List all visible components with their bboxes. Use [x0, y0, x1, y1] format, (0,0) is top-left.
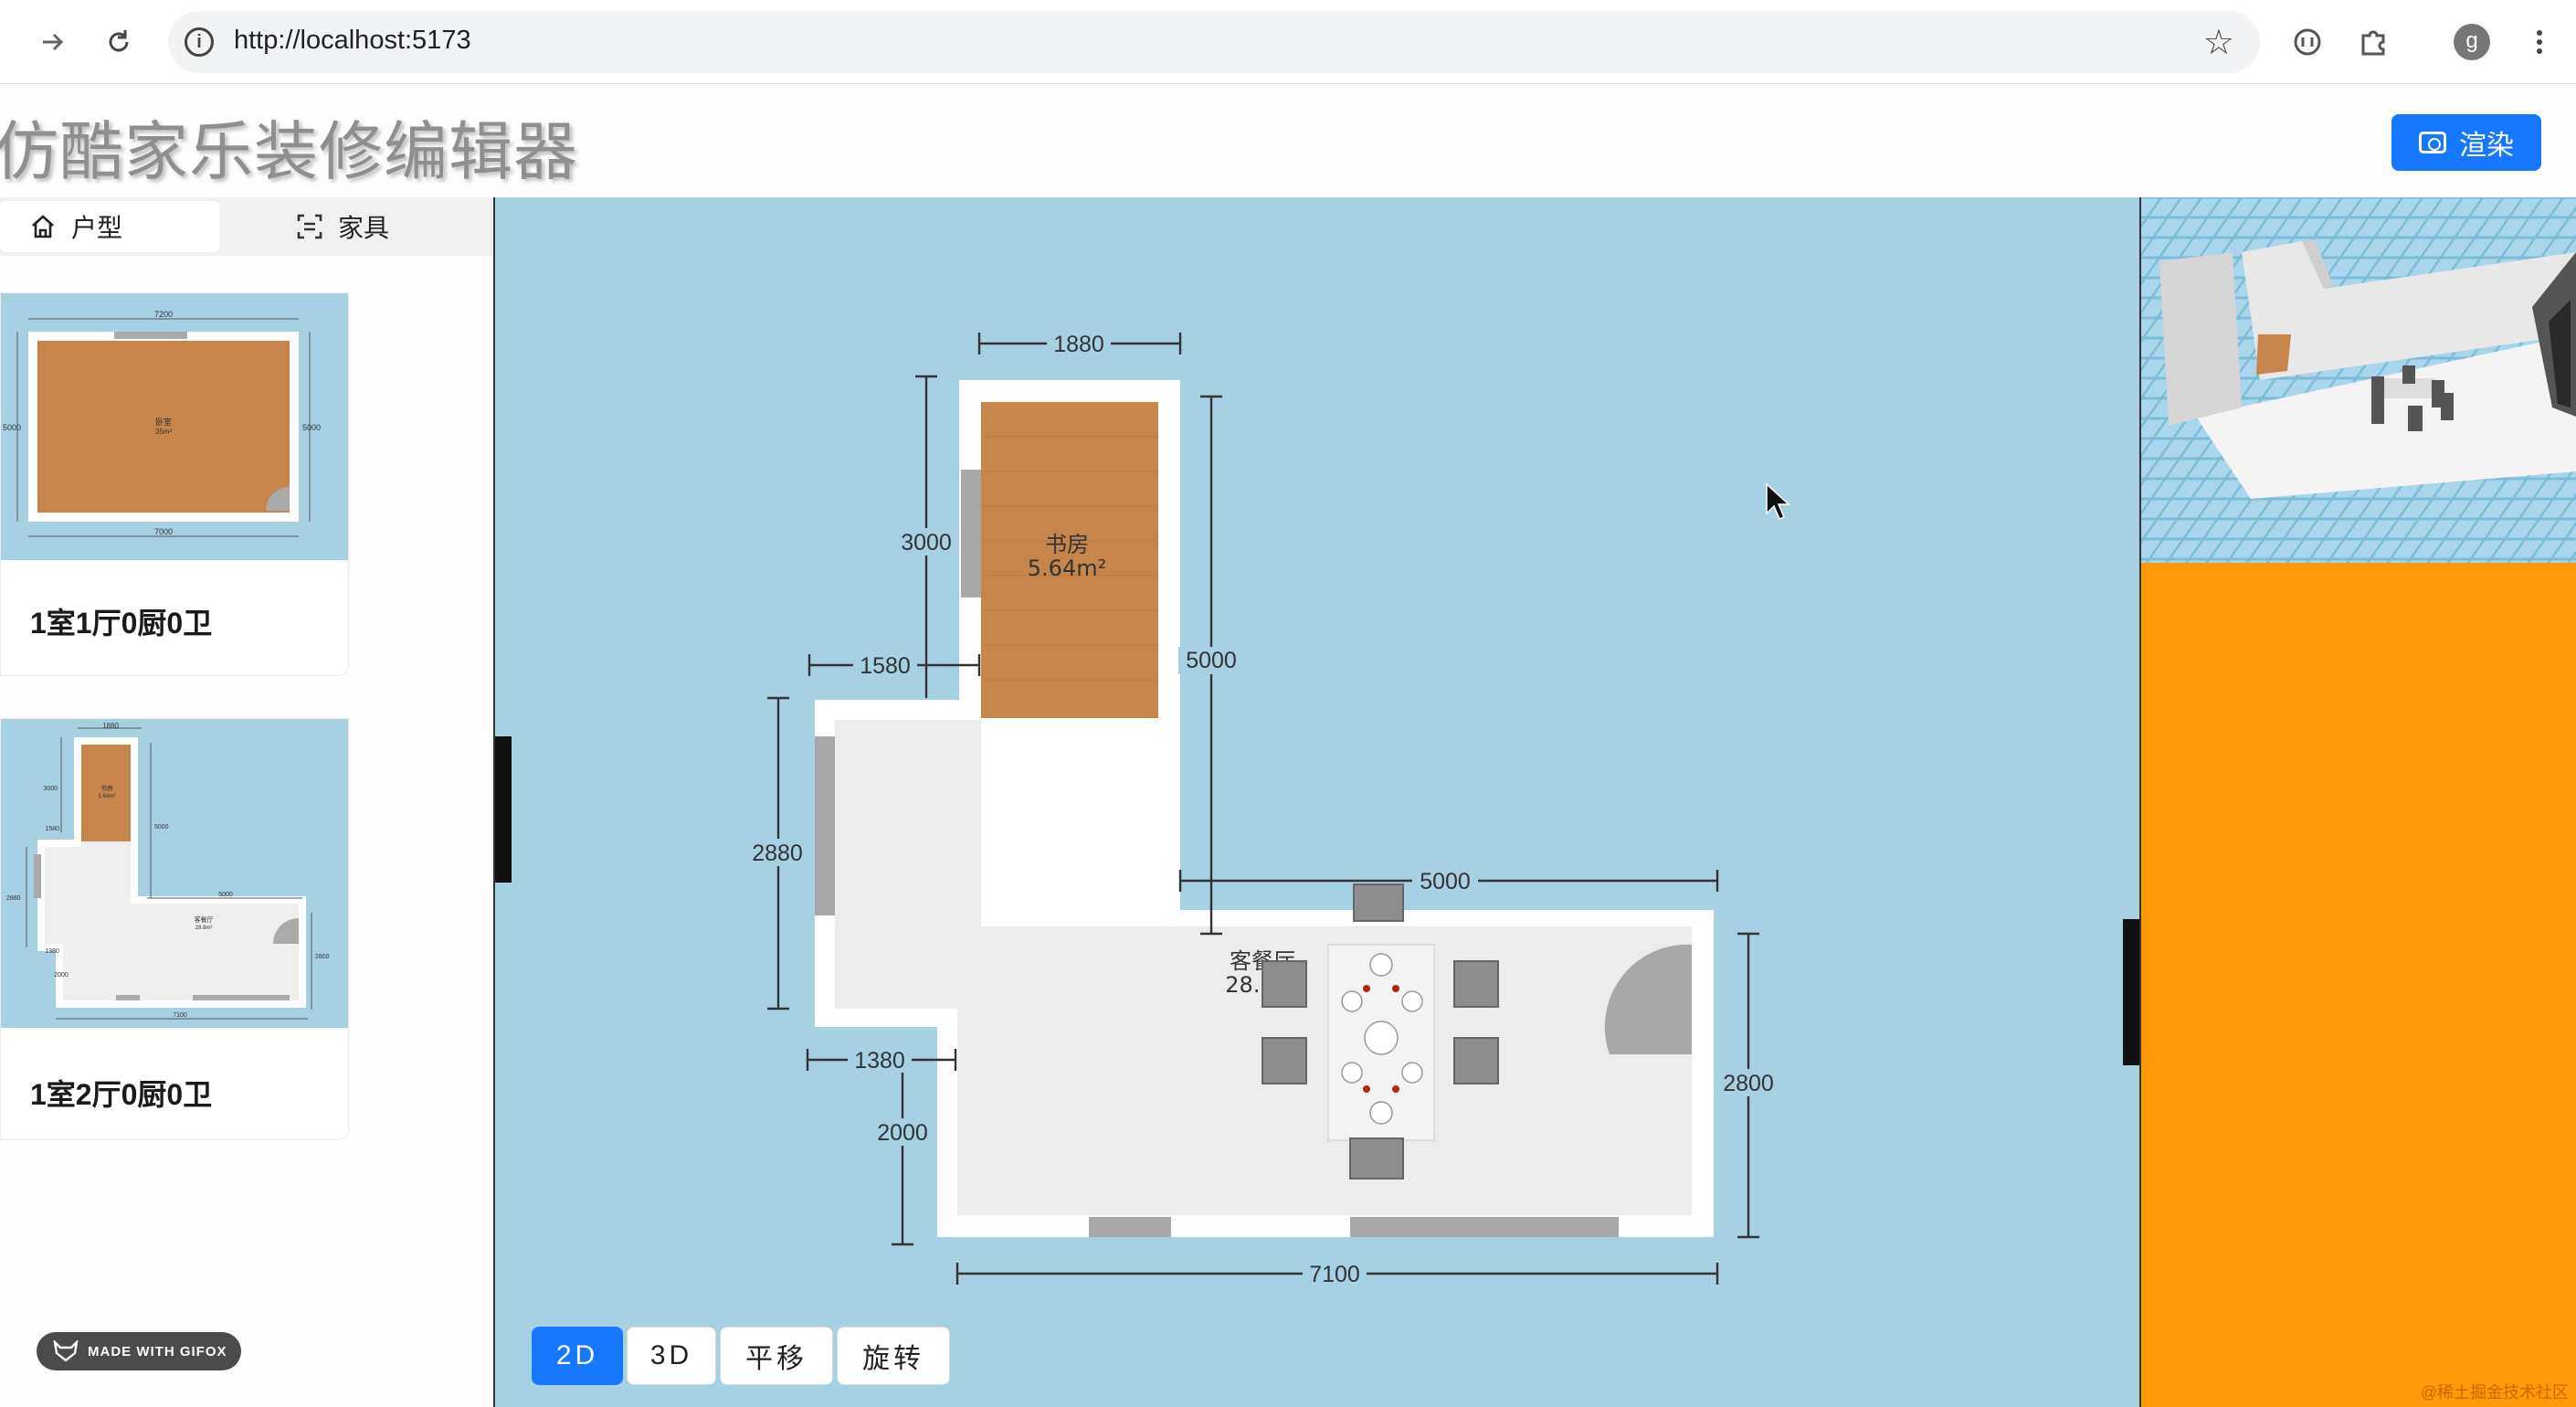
study-room-name: 书房 [1045, 532, 1089, 557]
browser-toolbar: i http://localhost:5173 ☆ g [0, 0, 2576, 84]
gifox-badge: MADE WITH GIFOX [37, 1332, 241, 1370]
floorplan-label-2: 1室2厅0厨0卫 [30, 1078, 213, 1111]
thumb2-room-area: 5.64m² [99, 794, 116, 799]
dim-left-height: 2880 [752, 841, 803, 866]
camera-icon [2419, 132, 2446, 153]
puzzle-icon[interactable] [2351, 20, 2395, 64]
thumb2-dim-rsmall: 2800 [315, 954, 330, 960]
floorplan-canvas[interactable]: 1880 3000 1580 5000 2880 5000 1380 2000 … [495, 197, 2139, 1407]
thumb1-dim-left: 5000 [3, 423, 21, 432]
thumb2-dim-living: 5000 [218, 892, 233, 898]
left-window [815, 736, 835, 915]
preview-panel: @稀土掘金技术社区 [2139, 197, 2576, 1407]
mouse-cursor [1766, 482, 1790, 520]
thumb2-dim-bstep: 1380 [45, 948, 59, 955]
render-button[interactable]: 渲染 [2391, 114, 2541, 171]
fox-icon [53, 1340, 79, 1362]
render-label: 渲染 [2459, 131, 2514, 161]
floorplan-thumbnail-2: 1880 3000 1580 5000 2880 5000 1380 2000 … [1, 719, 348, 1028]
dim-left-step: 1580 [860, 653, 911, 679]
extension-icon[interactable] [2286, 20, 2329, 64]
thumb2-dim-right: 5000 [154, 824, 169, 830]
floorplan-thumbnail-1: 7200 5000 5000 7000 卧室 35m² [1, 293, 348, 560]
thumb1-room-name: 卧室 [155, 417, 172, 427]
site-info-icon[interactable]: i [185, 27, 214, 57]
scan-icon [297, 214, 322, 239]
url-text: http://localhost:5173 [234, 26, 471, 55]
thumb2-dim-left: 2880 [6, 895, 21, 902]
thumb1-dim-top: 7200 [154, 310, 173, 319]
dim-top: 1880 [1053, 332, 1104, 357]
bottom-window-2 [1350, 1217, 1619, 1237]
thumb1-room-area: 35m² [155, 428, 173, 436]
address-bar[interactable]: i http://localhost:5173 ☆ [168, 11, 2260, 73]
study-room-area: 5.64m² [1028, 555, 1106, 581]
forward-icon[interactable] [31, 20, 75, 64]
sidebar: 户型 家具 7200 5000 5000 7000 卧室 35m² 1室1厅0厨… [0, 197, 495, 1407]
sidebar-tabs: 户型 家具 [0, 197, 493, 256]
dim-right-small: 2800 [1723, 1071, 1774, 1096]
thumb2-dim-step: 1580 [45, 826, 59, 832]
dim-bottom-step: 1380 [854, 1048, 905, 1074]
tab-floorplan[interactable]: 户型 [0, 201, 219, 252]
floorplan-card-2[interactable]: 1880 3000 1580 5000 2880 5000 1380 2000 … [0, 718, 349, 1140]
dim-bottom-left: 2000 [877, 1120, 928, 1146]
thumb2-dim-total: 7100 [173, 1012, 187, 1019]
thumb1-dim-bottom: 7000 [154, 527, 173, 536]
dim-right-height: 5000 [1186, 648, 1237, 673]
study-window [961, 470, 981, 598]
thumb2-room-name: 书房 [100, 784, 113, 792]
tab-furniture-label: 家具 [338, 214, 390, 242]
tab-floorplan-label: 户型 [71, 214, 123, 242]
rotate-button[interactable]: 旋转 [837, 1327, 950, 1385]
thumb2-dim-top: 1880 [102, 722, 119, 730]
profile-avatar[interactable]: g [2454, 24, 2490, 60]
3d-preview-viewport[interactable] [2141, 197, 2576, 563]
thumb2-dim-bleft: 2000 [54, 972, 69, 979]
bottom-window-1 [1089, 1217, 1171, 1237]
thumb2-room2-area: 28.8m² [195, 926, 213, 931]
thumb2-room2-name: 客餐厅 [195, 915, 214, 924]
reload-icon[interactable] [97, 20, 141, 64]
dim-bottom-total: 7100 [1309, 1262, 1360, 1287]
home-icon [32, 215, 54, 238]
floorplan-drawing: 1880 3000 1580 5000 2880 5000 1380 2000 … [738, 331, 1790, 1287]
tab-furniture[interactable]: 家具 [296, 201, 389, 252]
page-title: 仿酷家乐装修编辑器 [0, 114, 578, 189]
menu-dots-icon[interactable] [2518, 20, 2561, 64]
pan-button[interactable]: 平移 [720, 1327, 833, 1385]
dim-study-height: 3000 [901, 530, 952, 555]
watermark-text: @稀土掘金技术社区 [2420, 1383, 2569, 1402]
bookmark-star-icon[interactable]: ☆ [2203, 22, 2234, 63]
gifox-text: MADE WITH GIFOX [88, 1343, 227, 1359]
floorplan-card-1[interactable]: 7200 5000 5000 7000 卧室 35m² 1室1厅0厨0卫 [0, 292, 349, 676]
dim-living-width: 5000 [1420, 869, 1471, 894]
app-header: 仿酷家乐装修编辑器 渲染 [0, 84, 2576, 197]
thumb1-dim-right: 5000 [302, 423, 321, 432]
view-mode-toolbar: 2D 3D 平移 旋转 [532, 1327, 950, 1385]
mode-2d-button[interactable]: 2D [532, 1327, 623, 1385]
floorplan-label-1: 1室1厅0厨0卫 [30, 607, 213, 640]
thumb2-dim-study: 3000 [43, 786, 58, 792]
mode-3d-button[interactable]: 3D [627, 1327, 716, 1385]
